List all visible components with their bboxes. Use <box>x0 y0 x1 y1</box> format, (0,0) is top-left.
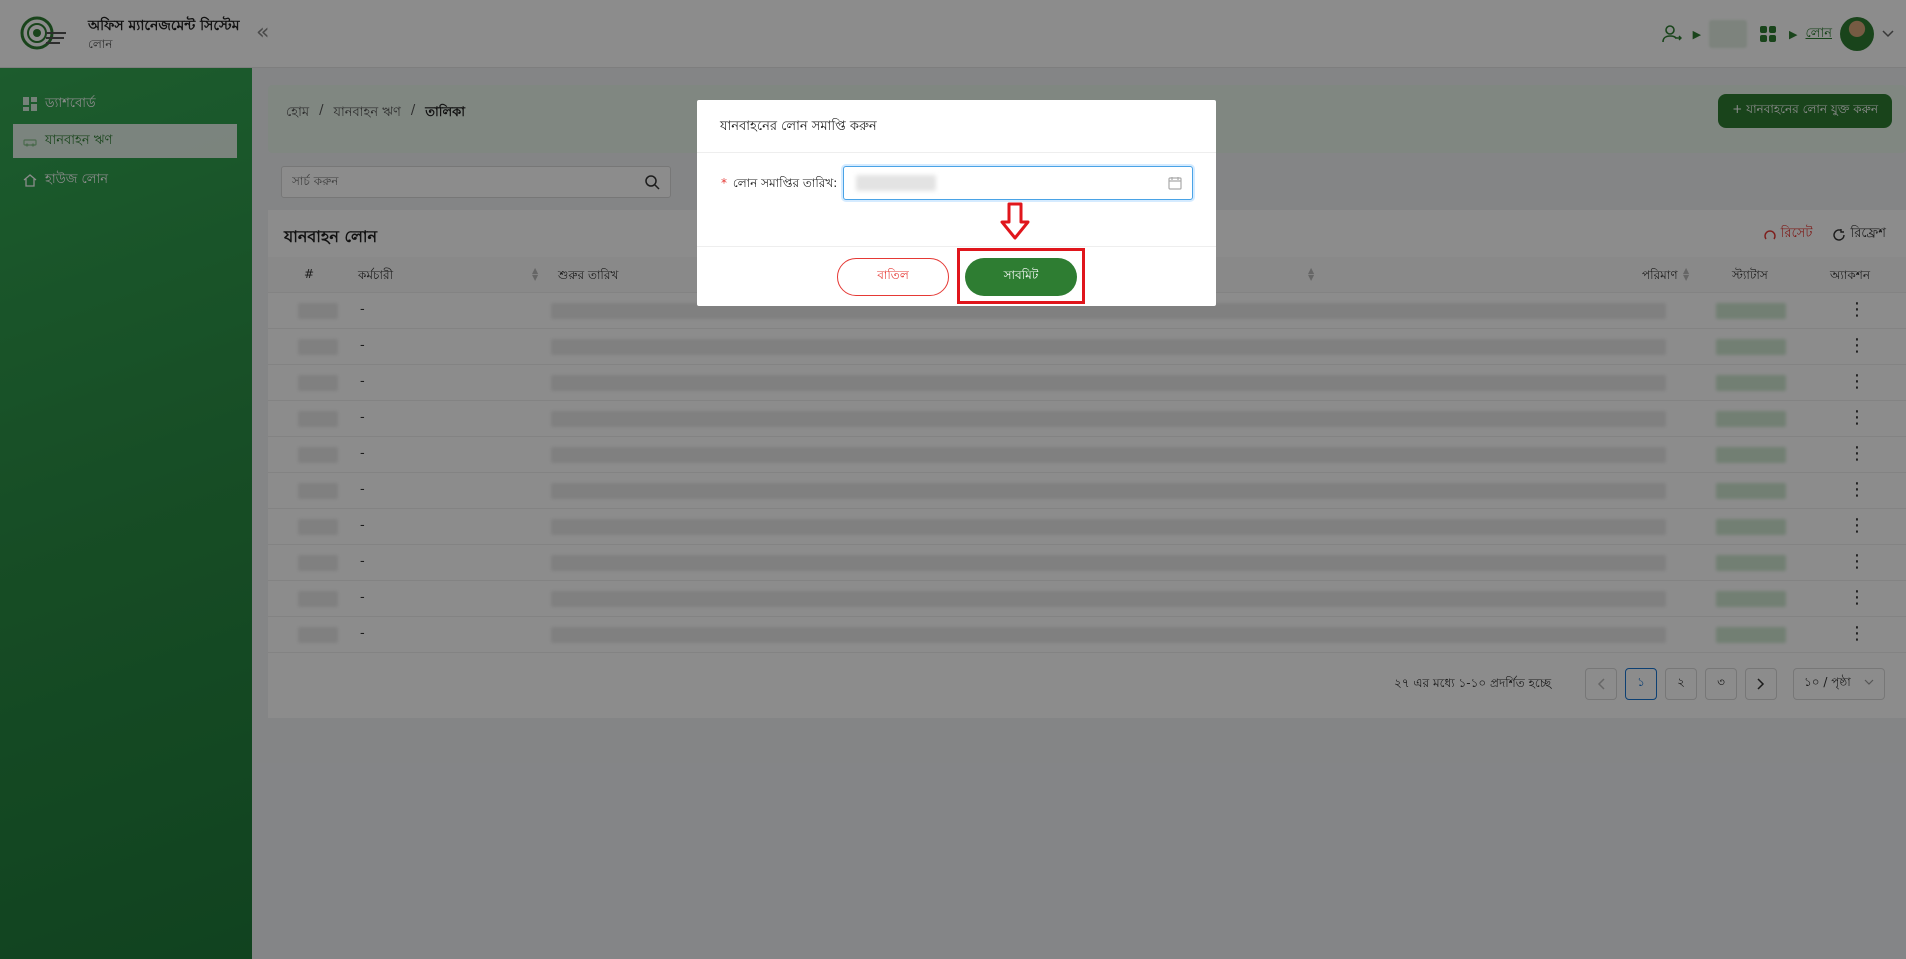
calendar-icon[interactable] <box>1168 176 1182 194</box>
field-label-text: লোন সমাপ্তির তারিখ: <box>732 176 838 190</box>
required-mark: * <box>721 176 727 190</box>
modal-title: যানবাহনের লোন সমাপ্তি করুন <box>720 119 877 134</box>
divider <box>697 246 1216 247</box>
arrow-down-icon <box>1000 202 1030 240</box>
field-label: * লোন সমাপ্তির তারিখ: <box>721 175 837 195</box>
date-value <box>856 175 936 191</box>
submit-highlight-box <box>957 248 1085 304</box>
loan-end-date-picker[interactable] <box>843 166 1193 200</box>
cancel-button[interactable]: বাতিল <box>837 258 949 296</box>
finish-loan-modal: যানবাহনের লোন সমাপ্তি করুন * লোন সমাপ্তি… <box>697 100 1216 306</box>
divider <box>697 152 1216 153</box>
